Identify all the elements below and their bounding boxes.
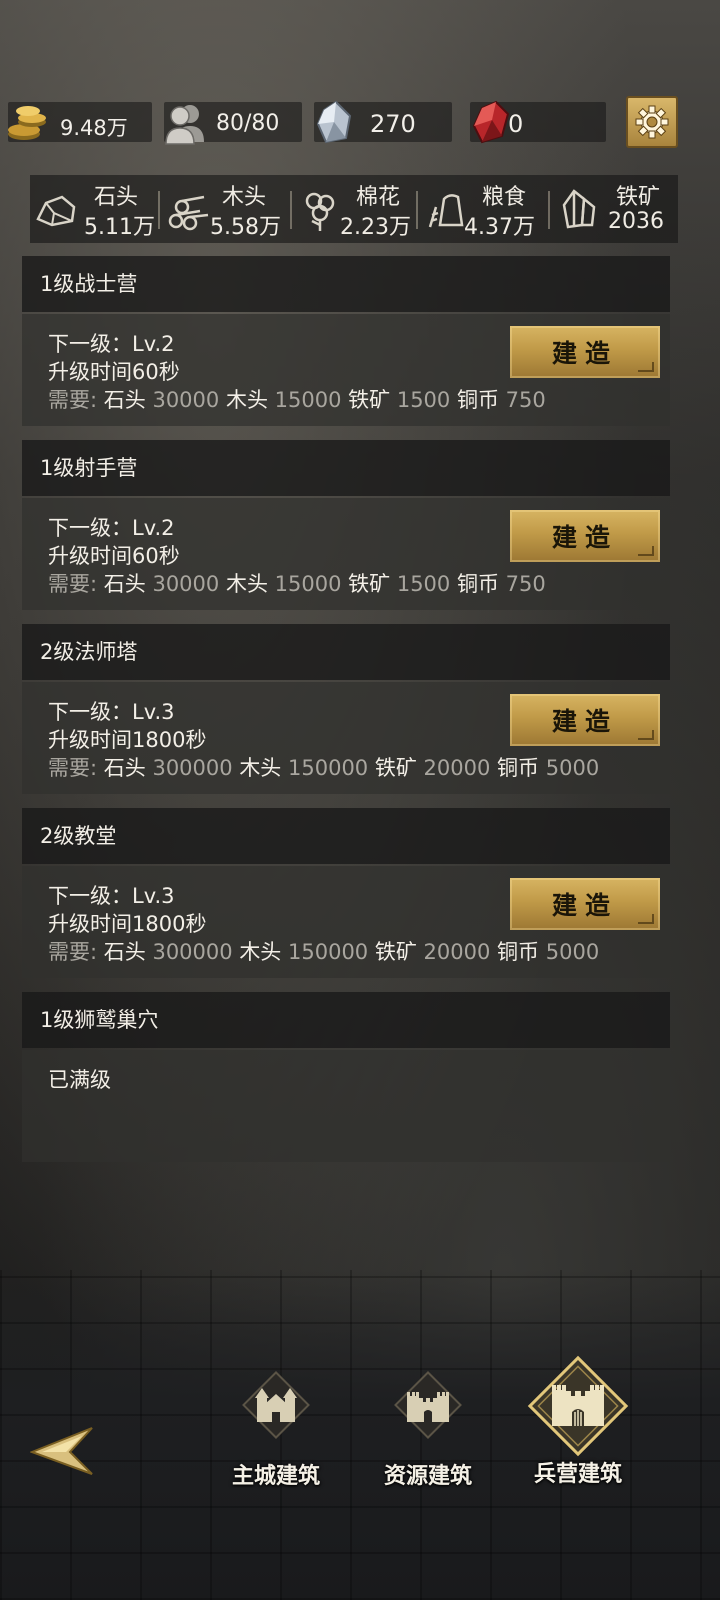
- material-value: 5.58万: [210, 215, 281, 240]
- build-button[interactable]: 建造: [510, 510, 660, 562]
- building-title: 1级射手营: [22, 440, 670, 496]
- next-level-text: 下一级：Lv.2: [48, 516, 175, 540]
- material-name: 铁矿: [616, 185, 661, 210]
- button-corner-decoration: [638, 730, 654, 740]
- material-grain: 粮食 4.37万: [420, 175, 544, 243]
- building-card-archer-camp: 1级射手营 下一级：Lv.2 升级时间60秒 需要: 石头 30000 木头 1…: [22, 440, 670, 610]
- next-level-text: 下一级：Lv.3: [48, 884, 175, 908]
- building-title: 2级教堂: [22, 808, 670, 864]
- divider: [416, 191, 418, 229]
- ruby-resource: 0: [470, 100, 606, 144]
- building-title: 2级法师塔: [22, 624, 670, 680]
- building-title: 1级狮鹫巢穴: [22, 992, 670, 1048]
- material-name: 木头: [222, 185, 267, 210]
- button-corner-decoration: [638, 362, 654, 372]
- tab-label: 资源建筑: [383, 1464, 472, 1489]
- castle-icon: [242, 1371, 310, 1439]
- population-value: 80/80: [216, 111, 280, 136]
- material-value: 2.23万: [340, 215, 411, 240]
- tab-label: 兵营建筑: [533, 1462, 622, 1487]
- materials-bar: 石头 5.11万 木头 5.58万 棉花 2.23万 粮食 4.37万 铁矿 2…: [30, 175, 678, 243]
- material-iron: 铁矿 2036: [552, 175, 678, 243]
- building-details: 下一级：Lv.2 升级时间60秒 需要: 石头 30000 木头 15000 铁…: [22, 314, 670, 426]
- coins-value: 9.48万: [60, 116, 128, 140]
- stone-icon: [36, 195, 76, 227]
- material-name: 石头: [94, 185, 139, 210]
- upgrade-time-text: 升级时间60秒: [48, 544, 180, 568]
- build-button-label: 建造: [551, 891, 618, 920]
- requirements: 需要: 石头 300000 木头 150000 铁矿 20000 铜币 5000: [48, 940, 600, 964]
- building-details: 下一级：Lv.2 升级时间60秒 需要: 石头 30000 木头 15000 铁…: [22, 498, 670, 610]
- cotton-icon: [305, 192, 335, 231]
- material-cotton: 棉花 2.23万: [294, 175, 418, 243]
- settings-button[interactable]: [626, 96, 678, 148]
- building-details: 下一级：Lv.3 升级时间1800秒 需要: 石头 300000 木头 1500…: [22, 682, 670, 794]
- material-value: 5.11万: [84, 215, 155, 240]
- build-button-label: 建造: [551, 707, 618, 736]
- crystal-resource: 270: [314, 100, 452, 144]
- iron-ore-icon: [562, 189, 596, 229]
- population-icon: [165, 105, 204, 145]
- material-value: 2036: [608, 209, 664, 234]
- next-level-text: 下一级：Lv.2: [48, 332, 175, 356]
- grain-icon: [428, 194, 464, 228]
- button-corner-decoration: [638, 914, 654, 924]
- building-card-griffin-nest: 1级狮鹫巢穴 已满级: [22, 992, 670, 1162]
- tab-resource[interactable]: 资源建筑: [358, 1368, 498, 1489]
- next-level-text: 下一级：Lv.3: [48, 700, 175, 724]
- population-resource: 80/80: [164, 102, 302, 145]
- building-card-warrior-camp: 1级战士营 下一级：Lv.2 升级时间60秒 需要: 石头 30000 木头 1…: [22, 256, 670, 426]
- upgrade-time-text: 升级时间1800秒: [48, 728, 207, 752]
- building-details: 已满级: [22, 1050, 670, 1162]
- button-corner-decoration: [638, 546, 654, 556]
- max-level-text: 已满级: [48, 1068, 111, 1092]
- material-name: 棉花: [356, 185, 401, 210]
- divider: [548, 191, 550, 229]
- tab-label: 主城建筑: [231, 1464, 320, 1489]
- build-button[interactable]: 建造: [510, 326, 660, 378]
- coins-resource: 9.48万: [8, 102, 152, 142]
- upgrade-time-text: 升级时间60秒: [48, 360, 180, 384]
- material-stone: 石头 5.11万: [30, 175, 155, 243]
- building-card-church: 2级教堂 下一级：Lv.3 升级时间1800秒 需要: 石头 300000 木头…: [22, 808, 670, 978]
- upgrade-time-text: 升级时间1800秒: [48, 912, 207, 936]
- fortress-icon: [394, 1371, 462, 1439]
- material-wood: 木头 5.58万: [162, 175, 286, 243]
- resource-bar: 9.48万 80/80 270 0: [8, 96, 708, 148]
- tab-main-city[interactable]: 主城建筑: [206, 1368, 346, 1489]
- building-details: 下一级：Lv.3 升级时间1800秒 需要: 石头 300000 木头 1500…: [22, 866, 670, 978]
- ruby-icon: [472, 100, 510, 144]
- requirements: 需要: 石头 30000 木头 15000 铁矿 1500 铜币 750: [48, 388, 546, 412]
- requirements: 需要: 石头 30000 木头 15000 铁矿 1500 铜币 750: [48, 572, 546, 596]
- gold-coins-icon: [8, 106, 46, 140]
- building-title: 1级战士营: [22, 256, 670, 312]
- back-arrow-icon[interactable]: [30, 1426, 96, 1476]
- crystal-value: 270: [370, 110, 416, 138]
- build-button[interactable]: 建造: [510, 694, 660, 746]
- divider: [158, 191, 160, 229]
- ruby-value: 0: [508, 110, 524, 138]
- build-button-label: 建造: [551, 339, 618, 368]
- wood-icon: [168, 195, 209, 231]
- building-card-mage-tower: 2级法师塔 下一级：Lv.3 升级时间1800秒 需要: 石头 300000 木…: [22, 624, 670, 794]
- material-name: 粮食: [482, 185, 527, 210]
- barracks-icon: [527, 1355, 629, 1457]
- divider: [290, 191, 292, 229]
- build-button-label: 建造: [551, 523, 618, 552]
- crystal-icon: [316, 100, 352, 144]
- tab-barracks-active[interactable]: 兵营建筑: [508, 1352, 648, 1492]
- requirements: 需要: 石头 300000 木头 150000 铁矿 20000 铜币 5000: [48, 756, 600, 780]
- gear-icon: [635, 105, 669, 139]
- build-button[interactable]: 建造: [510, 878, 660, 930]
- material-value: 4.37万: [464, 215, 535, 240]
